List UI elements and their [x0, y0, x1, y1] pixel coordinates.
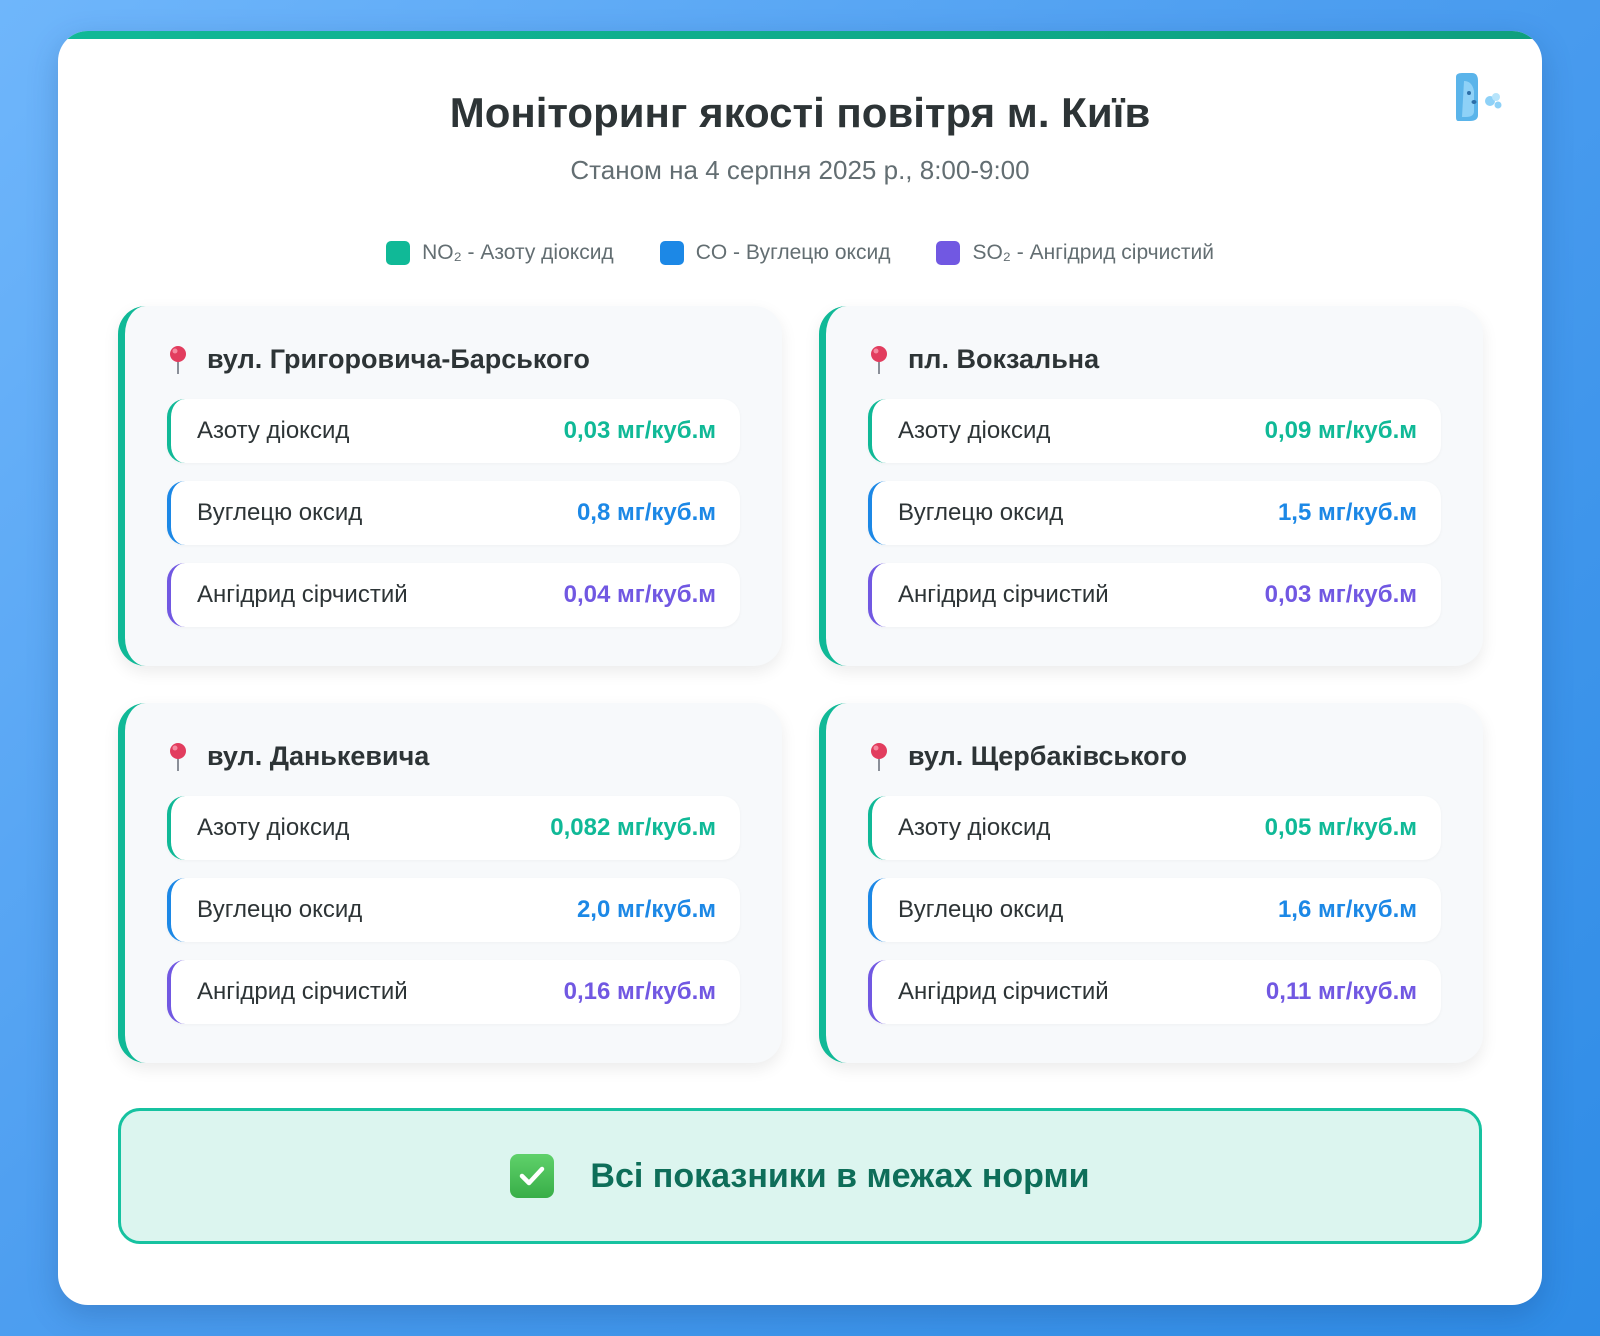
round-pushpin-icon — [871, 345, 887, 374]
reading-value: 0,8 мг/куб.м — [576, 499, 716, 526]
reading-row-co: Вуглецю оксид 2,0 мг/куб.м — [167, 878, 740, 942]
round-pushpin-icon — [170, 742, 186, 771]
station-header: вул. Щербаківського — [868, 741, 1187, 772]
page-subtitle: Станом на 4 серпня 2025 р., 8:00-9:00 — [570, 155, 1030, 185]
reading-label: Вуглецю оксид — [898, 499, 1064, 526]
reading-row-no2: Азоту діоксид 0,03 мг/куб.м — [167, 399, 740, 463]
reading-value: 0,03 мг/куб.м — [1264, 581, 1417, 608]
reading-value: 0,09 мг/куб.м — [1264, 417, 1417, 444]
reading-value: 0,03 мг/куб.м — [563, 417, 716, 444]
page-title: Моніторинг якості повітря м. Київ — [449, 89, 1151, 136]
reading-label: Вуглецю оксид — [197, 499, 363, 526]
legend-label: SO₂ - Ангідрид сірчистий — [972, 241, 1214, 264]
station-name: вул. Григоровича-Барського — [207, 344, 590, 374]
reading-row-so2: Ангідрид сірчистий 0,16 мг/куб.м — [167, 960, 740, 1024]
reading-label: Вуглецю оксид — [898, 896, 1064, 923]
legend-swatch-co — [659, 241, 684, 265]
legend-label: CO - Вуглецю оксид — [695, 241, 891, 264]
reading-row-no2: Азоту діоксид 0,05 мг/куб.м — [868, 796, 1441, 860]
monitoring-card: Моніторинг якості повітря м. Київ Станом… — [58, 31, 1542, 1305]
status-text: Всі показники в межах норми — [590, 1156, 1090, 1195]
round-pushpin-icon — [170, 345, 186, 374]
station-header: пл. Вокзальна — [868, 344, 1099, 375]
reading-value: 0,082 мг/куб.м — [550, 814, 716, 841]
legend-item-so2: SO₂ - Ангідрид сірчистий — [936, 241, 1214, 265]
reading-value: 0,16 мг/куб.м — [563, 978, 716, 1005]
reading-label: Ангідрид сірчистий — [898, 581, 1109, 608]
station-card: вул. Данькевича Азоту діоксид 0,082 мг/к… — [118, 703, 782, 1063]
station-card: пл. Вокзальна Азоту діоксид 0,09 мг/куб.… — [819, 306, 1483, 666]
round-pushpin-icon — [871, 742, 887, 771]
station-name: вул. Данькевича — [207, 741, 430, 771]
legend-label: NO₂ - Азоту діоксид — [422, 241, 614, 264]
reading-row-co: Вуглецю оксид 1,5 мг/куб.м — [868, 481, 1441, 545]
reading-row-no2: Азоту діоксид 0,09 мг/куб.м — [868, 399, 1441, 463]
check-mark-button-icon — [510, 1154, 555, 1198]
station-name: вул. Щербаківського — [908, 741, 1188, 771]
legend-item-no2: NO₂ - Азоту діоксид — [386, 241, 614, 265]
reading-row-no2: Азоту діоксид 0,082 мг/куб.м — [167, 796, 740, 860]
station-header: вул. Данькевича — [167, 741, 429, 772]
reading-label: Ангідрид сірчистий — [898, 978, 1109, 1005]
reading-row-so2: Ангідрид сірчистий 0,03 мг/куб.м — [868, 563, 1441, 627]
reading-row-so2: Ангідрид сірчистий 0,04 мг/куб.м — [167, 563, 740, 627]
legend-swatch-so2 — [936, 241, 961, 265]
reading-label: Вуглецю оксид — [197, 896, 363, 923]
station-card: вул. Щербаківського Азоту діоксид 0,05 м… — [819, 703, 1483, 1063]
reading-value: 1,5 мг/куб.м — [1277, 499, 1417, 526]
reading-row-co: Вуглецю оксид 0,8 мг/куб.м — [167, 481, 740, 545]
station-header: вул. Григоровича-Барського — [167, 344, 590, 375]
status-banner: Всі показники в межах норми — [118, 1108, 1482, 1244]
accent-bar — [58, 31, 1542, 39]
reading-value: 0,05 мг/куб.м — [1264, 814, 1417, 841]
reading-label: Азоту діоксид — [898, 814, 1051, 841]
legend: NO₂ - Азоту діоксид CO - Вуглецю оксид S… — [58, 241, 1542, 265]
reading-row-so2: Ангідрид сірчистий 0,11 мг/куб.м — [868, 960, 1441, 1024]
station-card: вул. Григоровича-Барського Азоту діоксид… — [118, 306, 782, 666]
reading-value: 0,11 мг/куб.м — [1265, 978, 1417, 1005]
legend-item-co: CO - Вуглецю оксид — [659, 241, 891, 265]
reading-label: Ангідрид сірчистий — [197, 581, 408, 608]
legend-swatch-no2 — [386, 241, 411, 265]
reading-label: Азоту діоксид — [197, 814, 350, 841]
station-name: пл. Вокзальна — [908, 344, 1100, 374]
reading-value: 2,0 мг/куб.м — [576, 896, 716, 923]
reading-label: Азоту діоксид — [197, 417, 350, 444]
reading-label: Ангідрид сірчистий — [197, 978, 408, 1005]
reading-value: 0,04 мг/куб.м — [563, 581, 716, 608]
reading-value: 1,6 мг/куб.м — [1277, 896, 1417, 923]
reading-row-co: Вуглецю оксид 1,6 мг/куб.м — [868, 878, 1441, 942]
reading-label: Азоту діоксид — [898, 417, 1051, 444]
